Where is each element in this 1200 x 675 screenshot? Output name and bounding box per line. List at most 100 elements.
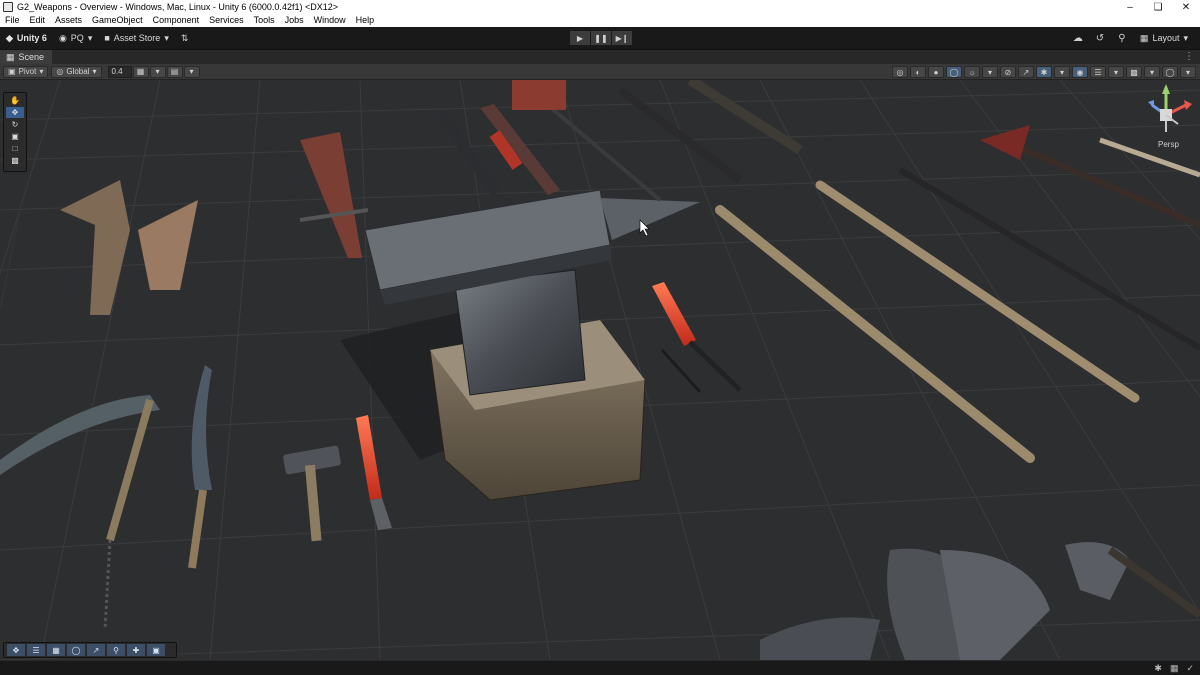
version-control-button[interactable]: ⇅ [175, 30, 195, 46]
chevron-down-icon: ▾ [164, 32, 169, 43]
debug-draw-icon[interactable]: ☼ [964, 66, 980, 78]
asset-store-dropdown[interactable]: ■ Asset Store ▾ [98, 30, 175, 46]
transform-tool-icon[interactable]: ▩ [6, 155, 24, 166]
unlit-icon[interactable]: ◯ [946, 66, 962, 78]
hot-bar-right [652, 282, 696, 346]
search-icon[interactable]: ⚲ [1112, 30, 1132, 46]
window-title: G2_Weapons - Overview - Windows, Mac, Li… [17, 2, 338, 12]
grid-snapping-icon[interactable]: ▦ [132, 65, 149, 78]
close-button[interactable]: ✕ [1172, 0, 1200, 14]
tool-palette: ✋ ✥ ↻ ▣ □ ▩ [3, 92, 27, 172]
menu-assets[interactable]: Assets [50, 14, 87, 27]
scene-viewport[interactable] [0, 80, 1200, 660]
visibility-eye-icon[interactable]: ◉ [1072, 66, 1088, 78]
step-button[interactable]: ▶❙ [612, 31, 632, 45]
layout-dropdown[interactable]: ▦ Layout ▾ [1134, 30, 1194, 46]
menu-jobs[interactable]: Jobs [280, 14, 309, 27]
tab-scene-label: Scene [18, 52, 45, 62]
chevron-down-icon[interactable]: ▾ [149, 65, 166, 78]
menu-edit[interactable]: Edit [25, 14, 51, 27]
anvil-horn [600, 198, 700, 240]
rect-tool-icon[interactable]: □ [6, 143, 24, 154]
hammer-handle [304, 464, 322, 542]
chevron-down-icon[interactable]: ▾ [1180, 66, 1196, 78]
greatsword-red [300, 132, 362, 258]
grid-visibility-icon[interactable]: ▤ [166, 65, 183, 78]
menu-file[interactable]: File [0, 14, 25, 27]
layers-overlay-icon[interactable]: ☰ [27, 644, 45, 656]
gizmo-overlay-icon[interactable]: ▣ [147, 644, 165, 656]
chevron-down-icon[interactable]: ▾ [183, 65, 200, 78]
asset-store-label: Asset Store [113, 33, 161, 43]
menu-tools[interactable]: Tools [249, 14, 280, 27]
more-options-icon[interactable]: ⋮ [1184, 51, 1194, 62]
bone-spear-1 [715, 205, 1035, 463]
dark-sword [436, 112, 500, 198]
grid-overlay-icon[interactable]: ▦ [47, 644, 65, 656]
progress-icon[interactable]: ▦ [1170, 663, 1179, 674]
move-tool-icon[interactable]: ✥ [6, 107, 24, 118]
pivot-overlay-icon[interactable]: ↗ [87, 644, 105, 656]
history-icon[interactable]: ↺ [1090, 30, 1110, 46]
pivot-label: Pivot [18, 67, 37, 76]
effects-icon[interactable]: ✱ [1036, 66, 1052, 78]
axe-head-3 [1065, 542, 1130, 600]
lighting-toggle-icon[interactable]: ↗ [1018, 66, 1034, 78]
dagger-curved [138, 200, 198, 290]
version-control-icon: ⇅ [180, 32, 189, 43]
unity-account-button[interactable]: ◆ Unity 6 [0, 30, 53, 46]
camera-mode-label[interactable]: Persp [1158, 140, 1179, 149]
layers-icon[interactable]: ☰ [1090, 66, 1106, 78]
menu-component[interactable]: Component [148, 14, 205, 27]
hand-tool-icon[interactable]: ✋ [6, 95, 24, 106]
unity-logo-icon: ◆ [6, 32, 13, 43]
play-controls: ▶ ❚❚ ▶❙ [570, 31, 632, 45]
snap-increment-field[interactable]: 0.4 [107, 65, 132, 78]
pivot-dropdown[interactable]: ▣ Pivot ▾ [3, 65, 49, 78]
curved-blade [191, 365, 212, 490]
axe-left-top [60, 180, 130, 315]
status-bar: ✱ ▦ ✓ [0, 660, 1200, 675]
snap-overlay-icon[interactable]: ✚ [127, 644, 145, 656]
global-dropdown[interactable]: ◎ Global ▾ [51, 65, 102, 78]
orbit-overlay-icon[interactable]: ◯ [67, 644, 85, 656]
account-dropdown[interactable]: ◉ PQ ▾ [53, 30, 98, 46]
play-button[interactable]: ▶ [570, 31, 590, 45]
move-overlay-icon[interactable]: ✥ [7, 644, 25, 656]
debug-icon[interactable]: ✱ [1154, 663, 1162, 674]
layout-label: Layout [1152, 33, 1180, 43]
scene-render [0, 80, 1200, 660]
global-label: Global [66, 67, 90, 76]
tab-scene[interactable]: ▦ Scene [0, 49, 53, 65]
chevron-down-icon: ▾ [87, 32, 93, 43]
scale-tool-icon[interactable]: ▣ [6, 131, 24, 142]
account-label: PQ [70, 33, 84, 43]
menu-bar: File Edit Assets GameObject Component Se… [0, 14, 1200, 27]
layout-icon: ▦ [1139, 32, 1149, 43]
search-icon[interactable]: ⚲ [107, 644, 125, 656]
chevron-down-icon[interactable]: ▾ [1108, 66, 1124, 78]
shaded-icon[interactable]: ● [928, 66, 944, 78]
menu-services[interactable]: Services [204, 14, 249, 27]
chevron-down-icon[interactable]: ▾ [1054, 66, 1070, 78]
menu-help[interactable]: Help [351, 14, 380, 27]
cloud-icon[interactable]: ☁ [1068, 30, 1088, 46]
menu-gameobject[interactable]: GameObject [87, 14, 148, 27]
check-icon[interactable]: ✓ [1186, 663, 1194, 674]
chevron-down-icon[interactable]: ▾ [1144, 66, 1160, 78]
rotate-tool-icon[interactable]: ↻ [6, 119, 24, 130]
chevron-down-icon: ▾ [92, 67, 97, 76]
chevron-down-icon: ▾ [39, 67, 44, 76]
scene-tab-bar: ▦ Scene ⋮ [0, 49, 1200, 65]
maximize-button[interactable]: ❏ [1144, 0, 1172, 14]
wireframe-globe-icon[interactable]: ◎ [892, 66, 908, 78]
camera-settings-icon[interactable]: ▩ [1126, 66, 1142, 78]
pause-button[interactable]: ❚❚ [591, 31, 611, 45]
2d-toggle-icon[interactable]: ⊘ [1000, 66, 1016, 78]
chevron-down-icon[interactable]: ▾ [982, 66, 998, 78]
scene-grid-icon: ▦ [6, 51, 15, 62]
gizmos-icon[interactable]: ◯ [1162, 66, 1178, 78]
shaded-wireframe-icon[interactable]: ◐ [910, 66, 926, 78]
menu-window[interactable]: Window [309, 14, 351, 27]
minimize-button[interactable]: – [1116, 0, 1144, 14]
